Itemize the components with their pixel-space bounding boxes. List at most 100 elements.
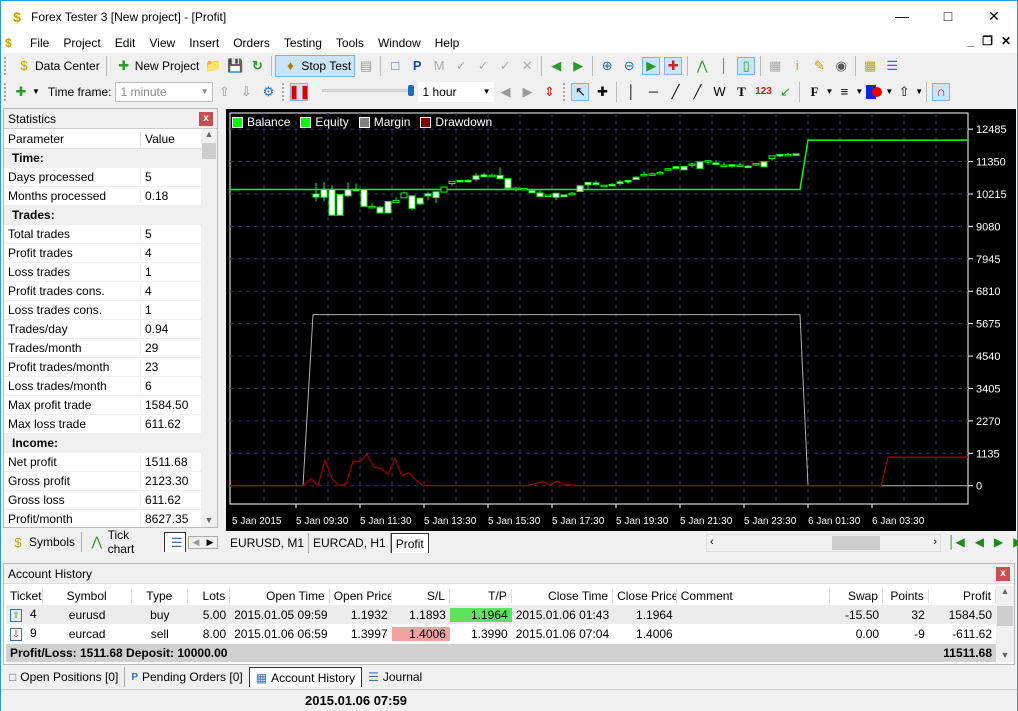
scroll-down-icon[interactable]: ▼ <box>201 515 217 525</box>
close-button[interactable]: ✕ <box>971 1 1017 31</box>
close-partial-icon[interactable]: ✓ <box>496 57 514 75</box>
tab-symbols[interactable]: $ Symbols <box>3 532 79 552</box>
column-header[interactable]: Open Price <box>330 588 392 603</box>
menu-file[interactable]: File <box>23 36 56 50</box>
export-icon[interactable]: ⇧ <box>895 83 913 101</box>
close-account-history-button[interactable]: x <box>996 566 1010 581</box>
cursor-icon[interactable]: ↖ <box>571 82 590 101</box>
speed-slider[interactable] <box>322 84 415 100</box>
scroll-thumb[interactable] <box>997 606 1013 626</box>
speed-slider-thumb[interactable] <box>408 84 415 96</box>
new-order-icon[interactable]: □ <box>386 57 404 75</box>
menu-orders[interactable]: Orders <box>226 36 277 50</box>
legend-balance[interactable]: Balance <box>232 115 290 129</box>
legend-margin[interactable]: Margin <box>358 115 410 129</box>
first-bar-icon[interactable]: │◀ <box>948 535 965 549</box>
toolbar-grip[interactable] <box>282 82 285 101</box>
crosshair-icon[interactable]: ✚ <box>593 83 611 101</box>
step-back-icon[interactable]: ◀ <box>496 83 514 101</box>
next-bar-icon[interactable]: ▶ <box>994 535 1003 549</box>
mdi-minimize-button[interactable]: _ <box>967 34 974 48</box>
menu-view[interactable]: View <box>142 36 182 50</box>
arrow-down-icon[interactable]: ⇩ <box>237 83 255 101</box>
text-tool-icon[interactable]: T <box>732 83 750 101</box>
data-center-button[interactable]: $ Data Center <box>10 55 103 77</box>
delete-order-icon[interactable]: ✕ <box>518 57 536 75</box>
zoom-out-icon[interactable]: ⊖ <box>620 57 638 75</box>
clear-icon[interactable]: ✎ <box>810 57 828 75</box>
scroll-up-icon[interactable]: ▲ <box>996 586 1014 596</box>
speed-select[interactable]: 1 hour ▼ <box>418 81 495 102</box>
menu-testing[interactable]: Testing <box>277 36 329 50</box>
pending-order-icon[interactable]: P <box>408 57 426 75</box>
close-order-icon[interactable]: ✓ <box>452 57 470 75</box>
history-scrollbar[interactable]: ▲ ▼ <box>996 586 1014 662</box>
open-project-icon[interactable]: 📁 <box>204 57 222 75</box>
menu-help[interactable]: Help <box>428 36 467 50</box>
prev-bar-icon[interactable]: ◀ <box>975 535 984 549</box>
history-row[interactable]: ⇩ 9 eurcad sell 8.00 2015.01.06 06:59 1.3997 1.… <box>6 624 996 643</box>
bar-chart-icon[interactable]: │ <box>715 57 733 75</box>
report-icon[interactable]: ☰ <box>883 57 901 75</box>
menu-tools[interactable]: Tools <box>329 36 371 50</box>
scroll-right-icon[interactable]: › <box>933 536 937 548</box>
save-project-icon[interactable]: 💾 <box>226 57 244 75</box>
tab-profit[interactable]: Profit <box>390 533 429 553</box>
mdi-close-button[interactable]: ✕ <box>1001 34 1011 48</box>
templates-icon[interactable]: ▦ <box>861 57 879 75</box>
scroll-down-icon[interactable]: ▼ <box>996 650 1014 660</box>
legend-equity[interactable]: Equity <box>300 115 349 129</box>
profit-chart[interactable]: 12485 11350 10215 9080 7945 6810 5675 4540 3405 2… <box>226 109 1016 531</box>
menu-project[interactable]: Project <box>56 36 107 50</box>
line-chart-icon[interactable]: ⋀ <box>693 57 711 75</box>
step-forward-icon[interactable]: ▶ <box>518 83 536 101</box>
tab-eurusd-m1[interactable]: EURUSD, M1 <box>226 533 310 553</box>
column-header[interactable]: Lots <box>188 588 231 603</box>
column-header[interactable]: Close Price <box>613 588 677 603</box>
toolbar-grip[interactable] <box>563 82 566 101</box>
column-header[interactable]: Ticket <box>6 588 43 603</box>
step-candle-icon[interactable]: ⇕ <box>540 83 558 101</box>
maximize-button[interactable]: □ <box>925 1 971 31</box>
column-header-value[interactable]: Value <box>141 132 175 146</box>
timeframe-select[interactable]: 1 minute ▼ <box>115 81 214 102</box>
tab-account-history[interactable]: ▦ Account History <box>248 667 363 687</box>
color-picker-icon[interactable] <box>865 83 883 101</box>
column-header[interactable]: Close Time <box>512 588 614 603</box>
refresh-icon[interactable]: ↻ <box>248 57 266 75</box>
statistics-scrollbar[interactable]: ▲ ▼ <box>201 129 217 527</box>
strategy-icon[interactable]: ▤ <box>357 57 375 75</box>
export-dropdown-icon[interactable]: ▼ <box>915 87 923 96</box>
tab-pending-orders[interactable]: P Pending Orders [0] <box>124 667 248 687</box>
tab-tick-chart[interactable]: ⋀ Tick chart <box>81 528 162 556</box>
tab-scroll-right-icon[interactable]: ▶ <box>203 537 217 548</box>
info-icon[interactable]: i <box>788 57 806 75</box>
column-header[interactable]: S/L <box>392 588 450 603</box>
horizontal-line-icon[interactable]: ─ <box>644 83 662 101</box>
app-menu-icon[interactable]: $ <box>5 36 21 50</box>
tab-journal[interactable]: ☰ Journal <box>362 667 428 687</box>
menu-window[interactable]: Window <box>371 36 428 50</box>
column-header[interactable]: Type <box>132 588 189 603</box>
tab-eurcad-h1[interactable]: EURCAD, H1 <box>309 533 391 553</box>
legend-drawdown[interactable]: Drawdown <box>420 115 492 129</box>
column-header[interactable]: Points <box>883 588 929 603</box>
arrow-up-icon[interactable]: ⇧ <box>215 83 233 101</box>
vertical-line-icon[interactable]: │ <box>622 83 640 101</box>
new-chart-icon[interactable]: ✚ <box>12 83 30 101</box>
last-bar-icon[interactable]: ▶│ <box>1013 535 1018 549</box>
column-header[interactable]: T/P <box>450 588 512 603</box>
column-header[interactable]: Open Time <box>230 588 330 603</box>
line-style-dropdown-icon[interactable]: ▼ <box>855 87 863 96</box>
tab-scroll-left-icon[interactable]: ◀ <box>189 537 203 548</box>
ray-icon[interactable]: ╱ <box>688 83 706 101</box>
zoom-in-icon[interactable]: ⊕ <box>598 57 616 75</box>
chart-canvas[interactable]: 1248511350102159080794568105675454034052… <box>226 109 1016 531</box>
tab-statistics[interactable]: ☰ <box>164 532 186 552</box>
indicators-icon[interactable]: ▦ <box>766 57 784 75</box>
scroll-up-icon[interactable]: ▲ <box>201 129 217 139</box>
modify-order-icon[interactable]: M <box>430 57 448 75</box>
candlestick-chart-icon[interactable]: ▯ <box>737 56 756 75</box>
menu-insert[interactable]: Insert <box>182 36 226 50</box>
elliott-wave-icon[interactable]: 123 <box>754 83 772 101</box>
